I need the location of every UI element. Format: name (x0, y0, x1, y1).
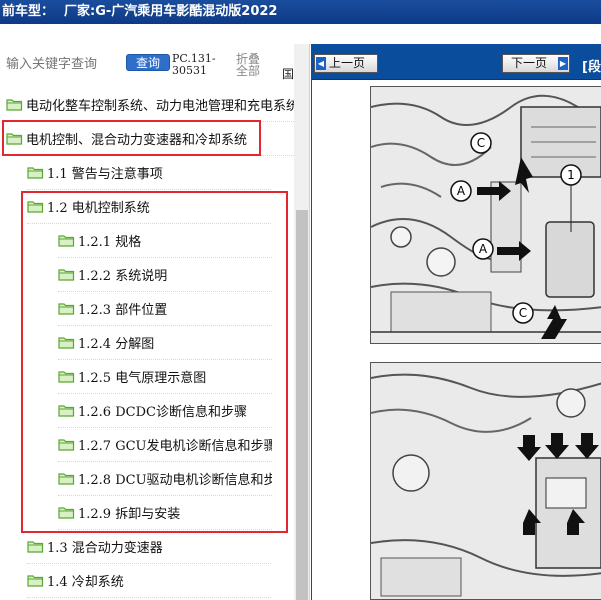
folder-icon (58, 234, 75, 247)
engine-drawing-bottom (371, 363, 601, 599)
folder-icon (58, 370, 75, 383)
search-button[interactable]: 查询 (126, 54, 170, 71)
folder-icon (58, 336, 75, 349)
prev-page-button[interactable]: ◀ 上一页 (314, 54, 378, 73)
tree-item-label: 1.2.7 GCU发电机诊断信息和步骤 (78, 439, 272, 454)
callout-1-label: 1 (567, 168, 575, 182)
folder-icon (27, 200, 44, 213)
folder-icon (27, 166, 44, 179)
folder-icon (58, 404, 75, 417)
folder-icon (58, 302, 75, 315)
tree-item-level-2[interactable]: 1.2.3 部件位置 (58, 292, 272, 326)
document-viewer: ◀ 上一页 下一页 ▶ [段 1 A A C C (311, 44, 601, 600)
tree-item-label: 1.2.1 规格 (78, 235, 142, 250)
folder-icon (6, 98, 23, 111)
folder-icon (6, 132, 23, 145)
tree-item-level-2[interactable]: 1.2.9 拆卸与安装 (58, 496, 272, 530)
arrow-right-icon: ▶ (558, 57, 568, 70)
engine-drawing-top: 1 A A C C (371, 87, 601, 343)
tree-item-label: 1.4 冷却系统 (47, 575, 124, 590)
tree-item-level-2[interactable]: 1.2.2 系统说明 (58, 258, 272, 292)
engine-diagram-bottom (370, 362, 601, 600)
tree-item-label: 1.2.4 分解图 (78, 337, 155, 352)
folder-icon (27, 540, 44, 553)
callout-a-label-2: A (479, 242, 488, 256)
manufacturer-label: 厂家:G-广汽乘用车影酷混动版2022 (64, 4, 278, 19)
tree-item-level-0[interactable]: 电机控制、混合动力变速器和冷却系统 (6, 122, 294, 156)
tree-item-label: 1.2.6 DCDC诊断信息和步骤 (78, 405, 247, 420)
tree-item-level-2[interactable]: 1.2.7 GCU发电机诊断信息和步骤 (58, 428, 272, 462)
tree-item-label: 1.2.5 电气原理示意图 (78, 371, 207, 386)
callout-c-label-1: C (477, 136, 485, 150)
tree-item-label: 电动化整车控制系统、动力电池管理和充电系统 (26, 99, 294, 114)
scroll-thumb[interactable] (296, 210, 308, 600)
tree-item-level-1[interactable]: 1.3 混合动力变速器 (27, 530, 271, 564)
pc-code: PC.131-30531 (172, 52, 216, 77)
collapse-all-button[interactable]: 折叠全部 (236, 53, 268, 77)
folder-icon (58, 472, 75, 485)
callout-a-label-1: A (457, 184, 466, 198)
tree-item-level-2[interactable]: 1.2.4 分解图 (58, 326, 272, 360)
search-input[interactable] (6, 54, 121, 74)
truncated-label: 国 (282, 67, 295, 81)
callout-c-label-2: C (519, 306, 527, 320)
tree-item-level-1[interactable]: 1.2 电机控制系统 (27, 190, 271, 224)
search-row: 查询 PC.131-30531 折叠全部 国 (0, 44, 309, 84)
tree-item-level-0[interactable]: 电动化整车控制系统、动力电池管理和充电系统 (6, 88, 294, 122)
tree-item-label: 1.2.8 DCU驱动电机诊断信息和步骤 (78, 473, 272, 488)
title-bar: 前车型： 厂家:G-广汽乘用车影酷混动版2022 (0, 0, 601, 24)
tree-scrollbar[interactable] (294, 44, 309, 600)
tree-item-label: 1.2 电机控制系统 (47, 201, 150, 216)
tree-item-level-2[interactable]: 1.2.8 DCU驱动电机诊断信息和步骤 (58, 462, 272, 496)
folder-icon (58, 506, 75, 519)
tree-item-label: 1.3 混合动力变速器 (47, 541, 163, 556)
engine-diagram-top: 1 A A C C (370, 86, 601, 344)
tree-item-level-1[interactable]: 1.4 冷却系统 (27, 564, 271, 598)
catalog-panel: 查询 PC.131-30531 折叠全部 国 电动化整车控制系统、动力电池管理和… (0, 44, 310, 600)
tree-item-level-1[interactable]: 1.1 警告与注意事项 (27, 156, 271, 190)
tree-item-level-2[interactable]: 1.2.1 规格 (58, 224, 272, 258)
next-page-label: 下一页 (511, 56, 548, 70)
tree-item-level-2[interactable]: 1.2.5 电气原理示意图 (58, 360, 272, 394)
tree-item-label: 1.1 警告与注意事项 (47, 167, 163, 182)
tree-item-level-2[interactable]: 1.2.6 DCDC诊断信息和步骤 (58, 394, 272, 428)
prev-page-label: 上一页 (329, 56, 366, 70)
tree-item-label: 1.2.2 系统说明 (78, 269, 168, 284)
folder-icon (58, 268, 75, 281)
next-page-button[interactable]: 下一页 ▶ (502, 54, 570, 73)
tree-item-label: 电机控制、混合动力变速器和冷却系统 (26, 133, 248, 148)
spacer (0, 24, 601, 44)
arrow-left-icon: ◀ (316, 57, 326, 70)
folder-icon (58, 438, 75, 451)
page-title-truncated: [段 (582, 60, 601, 75)
vehicle-label: 前车型： (2, 4, 55, 19)
folder-icon (27, 574, 44, 587)
tree-item-label: 1.2.9 拆卸与安装 (78, 507, 181, 522)
tree-item-label: 1.2.3 部件位置 (78, 303, 168, 318)
viewer-toolbar: ◀ 上一页 下一页 ▶ [段 (312, 44, 601, 80)
